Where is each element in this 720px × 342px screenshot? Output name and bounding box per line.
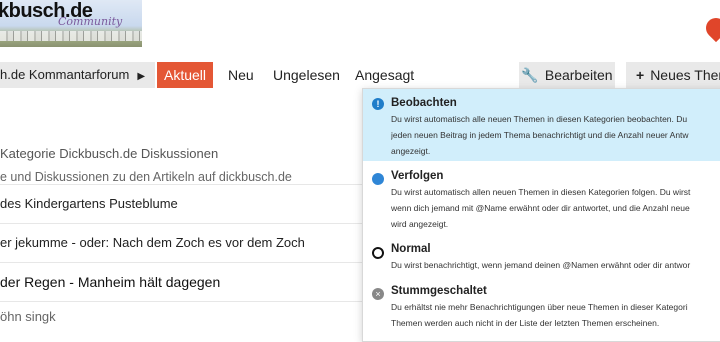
plus-icon: + [636, 67, 645, 83]
description-line: angezeigt. [391, 146, 431, 156]
navigation-bar: h.de Kommantarforum ▶ Aktuell Neu Ungeles… [0, 62, 720, 88]
breadcrumb-label: h.de Kommantarforum [0, 67, 130, 82]
option-normal[interactable]: Normal Du wirst benachrichtigt, wenn jem… [363, 237, 720, 277]
description-line: Du wirst automatisch alle neuen Themen i… [391, 114, 688, 124]
wrench-icon: 🔧 [521, 67, 539, 83]
edit-button[interactable]: 🔧 Bearbeiten [519, 62, 615, 88]
table-row[interactable]: öhn singk [0, 302, 362, 332]
muted-circle-icon: × [372, 288, 384, 300]
topic-title[interactable]: der Regen - Manheim hält dagegen [0, 263, 362, 301]
notification-level-menu: ! Beobachten Du wirst automatisch alle n… [362, 88, 720, 342]
exclamation-circle-icon: ! [372, 98, 384, 110]
filled-circle-icon [372, 173, 384, 185]
option-title: Normal [391, 243, 431, 255]
new-topic-label: Neues Them [650, 67, 720, 83]
option-description: Du wirst automatisch allen neuen Themen … [391, 184, 720, 232]
option-title: Beobachten [391, 97, 457, 109]
description-line: wenn dich jemand mit @Name erwähnt oder … [391, 203, 690, 213]
option-description: Du wirst benachrichtigt, wenn jemand dei… [391, 257, 720, 273]
topic-list: Kategorie Dickbusch.de Diskussionen e un… [0, 136, 362, 332]
table-row[interactable]: Kategorie Dickbusch.de Diskussionen e un… [0, 136, 362, 185]
option-stummgeschaltet[interactable]: × Stummgeschaltet Du erhältst nie mehr B… [363, 279, 720, 339]
description-line: Du erhältst nie mehr Benachrichtigungen … [391, 302, 688, 312]
option-beobachten[interactable]: ! Beobachten Du wirst automatisch alle n… [363, 89, 720, 161]
topic-title[interactable]: öhn singk [0, 302, 362, 332]
table-row[interactable]: der Regen - Manheim hält dagegen [0, 263, 362, 302]
table-row[interactable]: des Kindergartens Pusteblume [0, 185, 362, 224]
nav-tab-angesagt[interactable]: Angesagt [355, 62, 414, 88]
option-verfolgen[interactable]: Verfolgen Du wirst automatisch allen neu… [363, 163, 720, 235]
option-description: Du erhältst nie mehr Benachrichtigungen … [391, 299, 720, 331]
description-line: Du wirst benachrichtigt, wenn jemand dei… [391, 260, 691, 270]
edit-label: Bearbeiten [544, 67, 613, 83]
description-line: wird angezeigt. [391, 219, 449, 229]
description-line: Du wirst automatisch allen neuen Themen … [391, 187, 691, 197]
nav-tab-neu[interactable]: Neu [228, 62, 254, 88]
caret-right-icon: ▶ [137, 71, 146, 82]
site-logo[interactable]: kbusch.de Community [0, 0, 142, 47]
nav-tab-aktuell[interactable]: Aktuell [157, 62, 213, 88]
topic-description: e und Diskussionen zu den Artikeln auf d… [0, 170, 292, 184]
option-title: Verfolgen [391, 170, 444, 182]
option-title: Stummgeschaltet [391, 285, 487, 297]
logo-houses [0, 31, 142, 41]
topic-title[interactable]: Kategorie Dickbusch.de Diskussionen [0, 136, 362, 161]
option-description: Du wirst automatisch alle neuen Themen i… [391, 111, 720, 159]
table-row[interactable]: er jekumme - oder: Nach dem Zoch es vor … [0, 224, 362, 263]
map-marker-icon[interactable] [701, 13, 720, 43]
topic-title[interactable]: des Kindergartens Pusteblume [0, 185, 362, 223]
empty-circle-icon [372, 247, 384, 259]
category-breadcrumb[interactable]: h.de Kommantarforum ▶ [0, 62, 156, 88]
new-topic-button[interactable]: + Neues Them [626, 62, 720, 88]
description-line: jeden neuen Beitrag in jedem Thema benac… [391, 130, 689, 140]
logo-subtitle: Community [58, 15, 123, 28]
nav-tab-ungelesen[interactable]: Ungelesen [273, 62, 340, 88]
topic-title[interactable]: er jekumme - oder: Nach dem Zoch es vor … [0, 224, 362, 262]
description-line: Themen werden auch nicht in der Liste de… [391, 318, 660, 328]
